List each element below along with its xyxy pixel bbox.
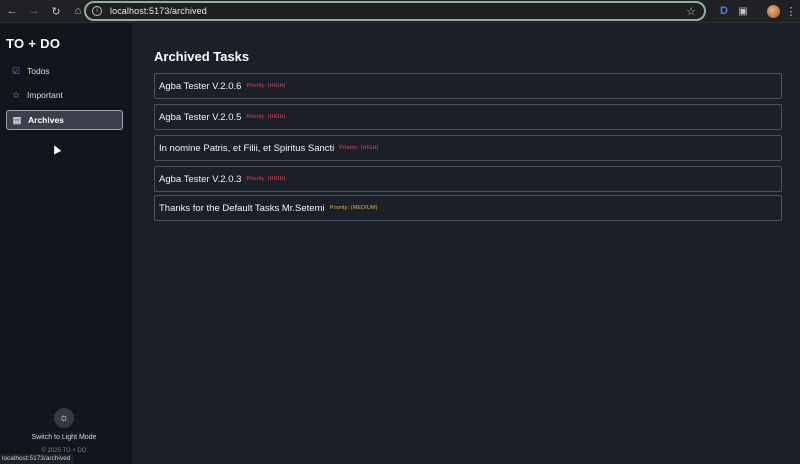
status-bar-url: localhost:5173/archived: [0, 454, 75, 464]
page-title: Archived Tasks: [154, 49, 250, 64]
task-priority: Priority: (HIGH): [246, 83, 286, 89]
sidebar-item-archives[interactable]: ▤ Archives: [6, 110, 123, 130]
sidebar-item-todos[interactable]: ☑ Todos: [6, 61, 123, 81]
theme-toggle-button[interactable]: ☼: [54, 408, 74, 428]
task-item[interactable]: Agba Tester V.2.0.3 Priority: (HIGH): [154, 166, 782, 192]
main-content: Archived Tasks Agba Tester V.2.0.6 Prior…: [132, 23, 800, 464]
address-url[interactable]: localhost:5173/archived: [110, 6, 207, 16]
theme-toggle-label[interactable]: Switch to Light Mode: [0, 434, 128, 441]
task-priority: Priority: (MEDIUM): [329, 205, 378, 211]
archive-icon: ▤: [12, 114, 22, 125]
sidebar: TO + DO ☑ Todos ☆ Important ▤ Archives ☼…: [0, 23, 132, 464]
sidebar-item-important[interactable]: ☆ Important: [6, 85, 123, 105]
task-priority: Priority: (HIGH): [339, 145, 379, 151]
browser-toolbar: ← → ↻ ⌂ i localhost:5173/archived ☆ D ▣ …: [0, 0, 800, 23]
extension-d-icon[interactable]: D: [716, 3, 732, 19]
address-bar[interactable]: i localhost:5173/archived ☆: [84, 1, 706, 21]
checkbox-icon: ☑: [11, 65, 21, 76]
task-title: In nomine Patris, et Filii, et Spiritus …: [159, 142, 335, 154]
back-icon[interactable]: ←: [2, 1, 22, 21]
task-item[interactable]: Agba Tester V.2.0.6 Priority: (HIGH): [154, 73, 782, 99]
reload-icon[interactable]: ↻: [46, 1, 66, 21]
browser-menu-icon[interactable]: ⋮: [783, 3, 799, 19]
profile-avatar[interactable]: [765, 3, 781, 19]
bookmark-star-icon[interactable]: ☆: [686, 5, 696, 18]
sun-icon: ☼: [58, 412, 70, 424]
site-info-icon[interactable]: i: [92, 6, 102, 16]
star-icon: ☆: [11, 89, 21, 100]
task-title: Thanks for the Default Tasks Mr.Setemi: [159, 202, 325, 214]
extensions-puzzle-icon[interactable]: ▣: [735, 3, 751, 19]
task-title: Agba Tester V.2.0.6: [159, 80, 242, 92]
task-title: Agba Tester V.2.0.3: [159, 173, 242, 185]
task-item[interactable]: In nomine Patris, et Filii, et Spiritus …: [154, 135, 782, 161]
task-item[interactable]: Thanks for the Default Tasks Mr.Setemi P…: [154, 195, 782, 221]
sidebar-item-label: Todos: [27, 66, 50, 76]
app-brand: TO + DO: [6, 36, 61, 51]
task-priority: Priority: (HIGH): [246, 176, 286, 182]
task-item[interactable]: Agba Tester V.2.0.5 Priority: (HIGH): [154, 104, 782, 130]
mouse-cursor-icon: [50, 143, 62, 155]
sidebar-item-label: Important: [27, 90, 63, 100]
sidebar-item-label: Archives: [28, 115, 64, 125]
task-title: Agba Tester V.2.0.5: [159, 111, 242, 123]
forward-icon[interactable]: →: [24, 1, 44, 21]
task-priority: Priority: (HIGH): [246, 114, 286, 120]
